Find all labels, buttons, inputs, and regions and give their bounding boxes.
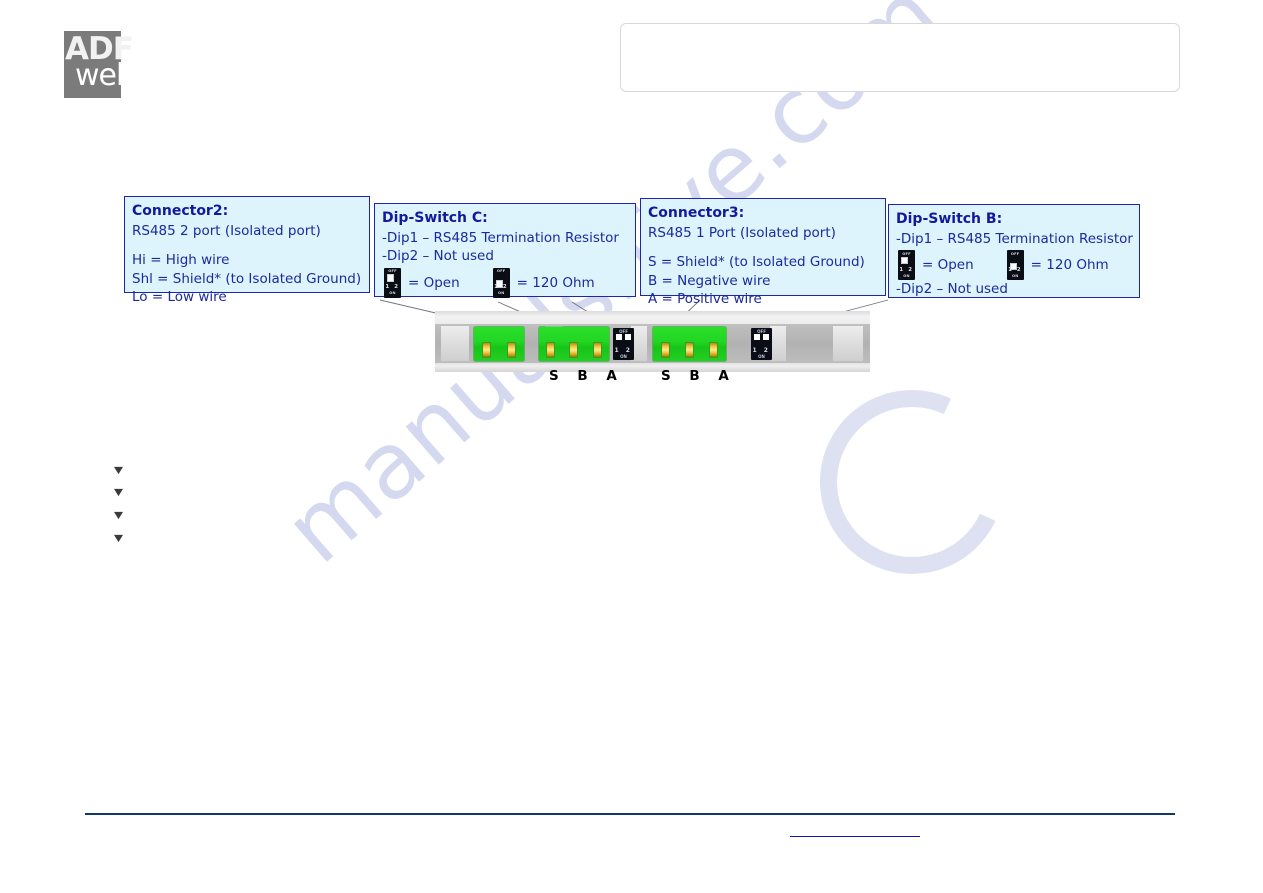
callout-dip-switch-c: Dip-Switch C: -Dip1 – RS485 Termination … bbox=[374, 203, 636, 298]
callout-dip-switch-c-open-label: = Open bbox=[408, 274, 460, 291]
dip-numbers: 1 2 bbox=[1008, 266, 1023, 273]
terminal-labels-right: S B A bbox=[661, 368, 736, 384]
dip-numbers: 1 2 bbox=[494, 283, 509, 290]
terminal-labels-left: S B A bbox=[549, 368, 624, 384]
dip-numbers: 1 2 bbox=[614, 347, 633, 354]
dip-on-label: ON bbox=[903, 274, 910, 279]
bullet-marker-3 bbox=[114, 511, 123, 520]
dip-on-label: ON bbox=[1011, 274, 1019, 279]
terminal-screw bbox=[684, 342, 694, 358]
footer-divider bbox=[85, 813, 1175, 815]
device-bay bbox=[770, 326, 786, 361]
terminal-screw bbox=[592, 342, 602, 358]
callout-connector3-line-1: S = Shield* (to Isolated Ground) bbox=[648, 254, 865, 271]
dip-knob-1[interactable] bbox=[754, 334, 761, 340]
callout-connector2-line-3: Lo = Low wire bbox=[132, 289, 227, 306]
dip-on-label: ON bbox=[758, 354, 765, 359]
leader-lines bbox=[379, 299, 889, 331]
callout-connector3-line-3: A = Positive wire bbox=[648, 291, 762, 308]
terminal-screw bbox=[482, 342, 491, 358]
adfweb-logo: ADF web bbox=[64, 31, 135, 98]
header-title-box bbox=[620, 23, 1180, 92]
callout-dip-switch-c-line-1: -Dip1 – RS485 Termination Resistor bbox=[382, 230, 619, 247]
terminal-screw bbox=[709, 342, 719, 358]
connector2-terminal-block bbox=[474, 327, 524, 361]
bullet-marker-4 bbox=[114, 534, 123, 543]
callout-connector3: Connector3: RS485 1 Port (Isolated port)… bbox=[640, 198, 886, 307]
device-dip-switch-b[interactable]: OFF 1 2 ON bbox=[751, 328, 772, 360]
callout-dip-switch-b-title: Dip-Switch B: bbox=[896, 211, 1003, 227]
callout-dip-switch-b: Dip-Switch B: -Dip1 – RS485 Termination … bbox=[888, 204, 1140, 298]
dip-knob bbox=[901, 256, 909, 265]
dip-on-label: ON bbox=[497, 291, 505, 296]
callout-dip-switch-b-line-dip1: -Dip1 – RS485 Termination Resistor bbox=[896, 231, 1133, 248]
dip-numbers: 1 2 bbox=[752, 347, 771, 354]
logo-text-web: web bbox=[75, 58, 135, 93]
watermark-ring bbox=[794, 364, 1030, 600]
device-dip-switch-c[interactable]: OFF 1 2 ON bbox=[613, 328, 634, 360]
callout-dip-switch-c-term-label: = 120 Ohm bbox=[516, 274, 595, 291]
dip-knobs[interactable] bbox=[751, 334, 772, 340]
connector3-terminal-block bbox=[653, 327, 726, 361]
terminal-screw bbox=[569, 342, 579, 358]
dip-numbers: 1 2 bbox=[385, 283, 400, 290]
watermark: manualshive.com bbox=[265, 0, 1060, 750]
terminal-screw bbox=[660, 342, 670, 358]
callout-connector2-line-2: Shl = Shield* (to Isolated Ground) bbox=[132, 270, 362, 287]
dip-knob-2[interactable] bbox=[624, 334, 631, 340]
callout-dip-switch-c-title: Dip-Switch C: bbox=[382, 210, 488, 226]
footer-link[interactable] bbox=[790, 823, 920, 837]
dip-knob-2[interactable] bbox=[762, 334, 769, 340]
bullet-marker-1 bbox=[114, 466, 123, 475]
dip-off-label: OFF bbox=[496, 269, 506, 274]
callout-connector3-title: Connector3: bbox=[648, 205, 745, 221]
callout-dip-switch-b-switch-row: OFF 1 2 ON = Open OFF 1 2 ON = 120 Ohm bbox=[896, 250, 1132, 281]
callout-connector3-line-2: B = Negative wire bbox=[648, 272, 771, 289]
dip-switch-glyph-open: OFF 1 2 ON bbox=[898, 250, 915, 281]
device-bay bbox=[441, 326, 469, 361]
terminal-screw bbox=[507, 342, 516, 358]
callout-connector3-subtitle: RS485 1 Port (Isolated port) bbox=[648, 225, 836, 242]
callout-dip-switch-b-open-label: = Open bbox=[922, 257, 974, 274]
callout-dip-switch-c-line-2: -Dip2 – Not used bbox=[382, 248, 494, 265]
connector-left-terminal-block bbox=[539, 327, 609, 361]
dip-switch-glyph-terminated: OFF 1 2 ON bbox=[492, 267, 510, 298]
callout-connector2-title: Connector2: bbox=[132, 203, 229, 219]
dip-numbers: 1 2 bbox=[899, 266, 914, 273]
dip-on-label: ON bbox=[389, 291, 396, 296]
dip-switch-glyph-open: OFF 1 2 ON bbox=[384, 267, 401, 298]
dip-knob bbox=[387, 274, 395, 282]
callout-connector2-subtitle: RS485 2 port (Isolated port) bbox=[132, 223, 321, 240]
dip-off-label: OFF bbox=[1010, 251, 1020, 256]
bullet-marker-2 bbox=[114, 488, 123, 497]
device-photo: OFF 1 2 ON OFF 1 2 ON bbox=[435, 311, 870, 372]
dip-knob-1[interactable] bbox=[616, 334, 623, 340]
terminal-screw bbox=[546, 342, 556, 358]
callout-connector2-line-1: Hi = High wire bbox=[132, 252, 230, 269]
callout-connector2: Connector2: RS485 2 port (Isolated port)… bbox=[124, 196, 370, 305]
callout-dip-switch-c-switch-row: OFF 1 2 ON = Open OFF 1 2 ON = 120 Ohm bbox=[382, 267, 628, 298]
callout-dip-switch-b-line-dip2: -Dip2 – Not used bbox=[896, 281, 1008, 298]
device-bay bbox=[833, 326, 863, 361]
callout-dip-switch-b-term-label: = 120 Ohm bbox=[1030, 257, 1109, 274]
dip-on-label: ON bbox=[620, 354, 627, 359]
dip-knobs[interactable] bbox=[613, 334, 634, 340]
dip-switch-glyph-terminated: OFF 1 2 ON bbox=[1006, 250, 1024, 281]
